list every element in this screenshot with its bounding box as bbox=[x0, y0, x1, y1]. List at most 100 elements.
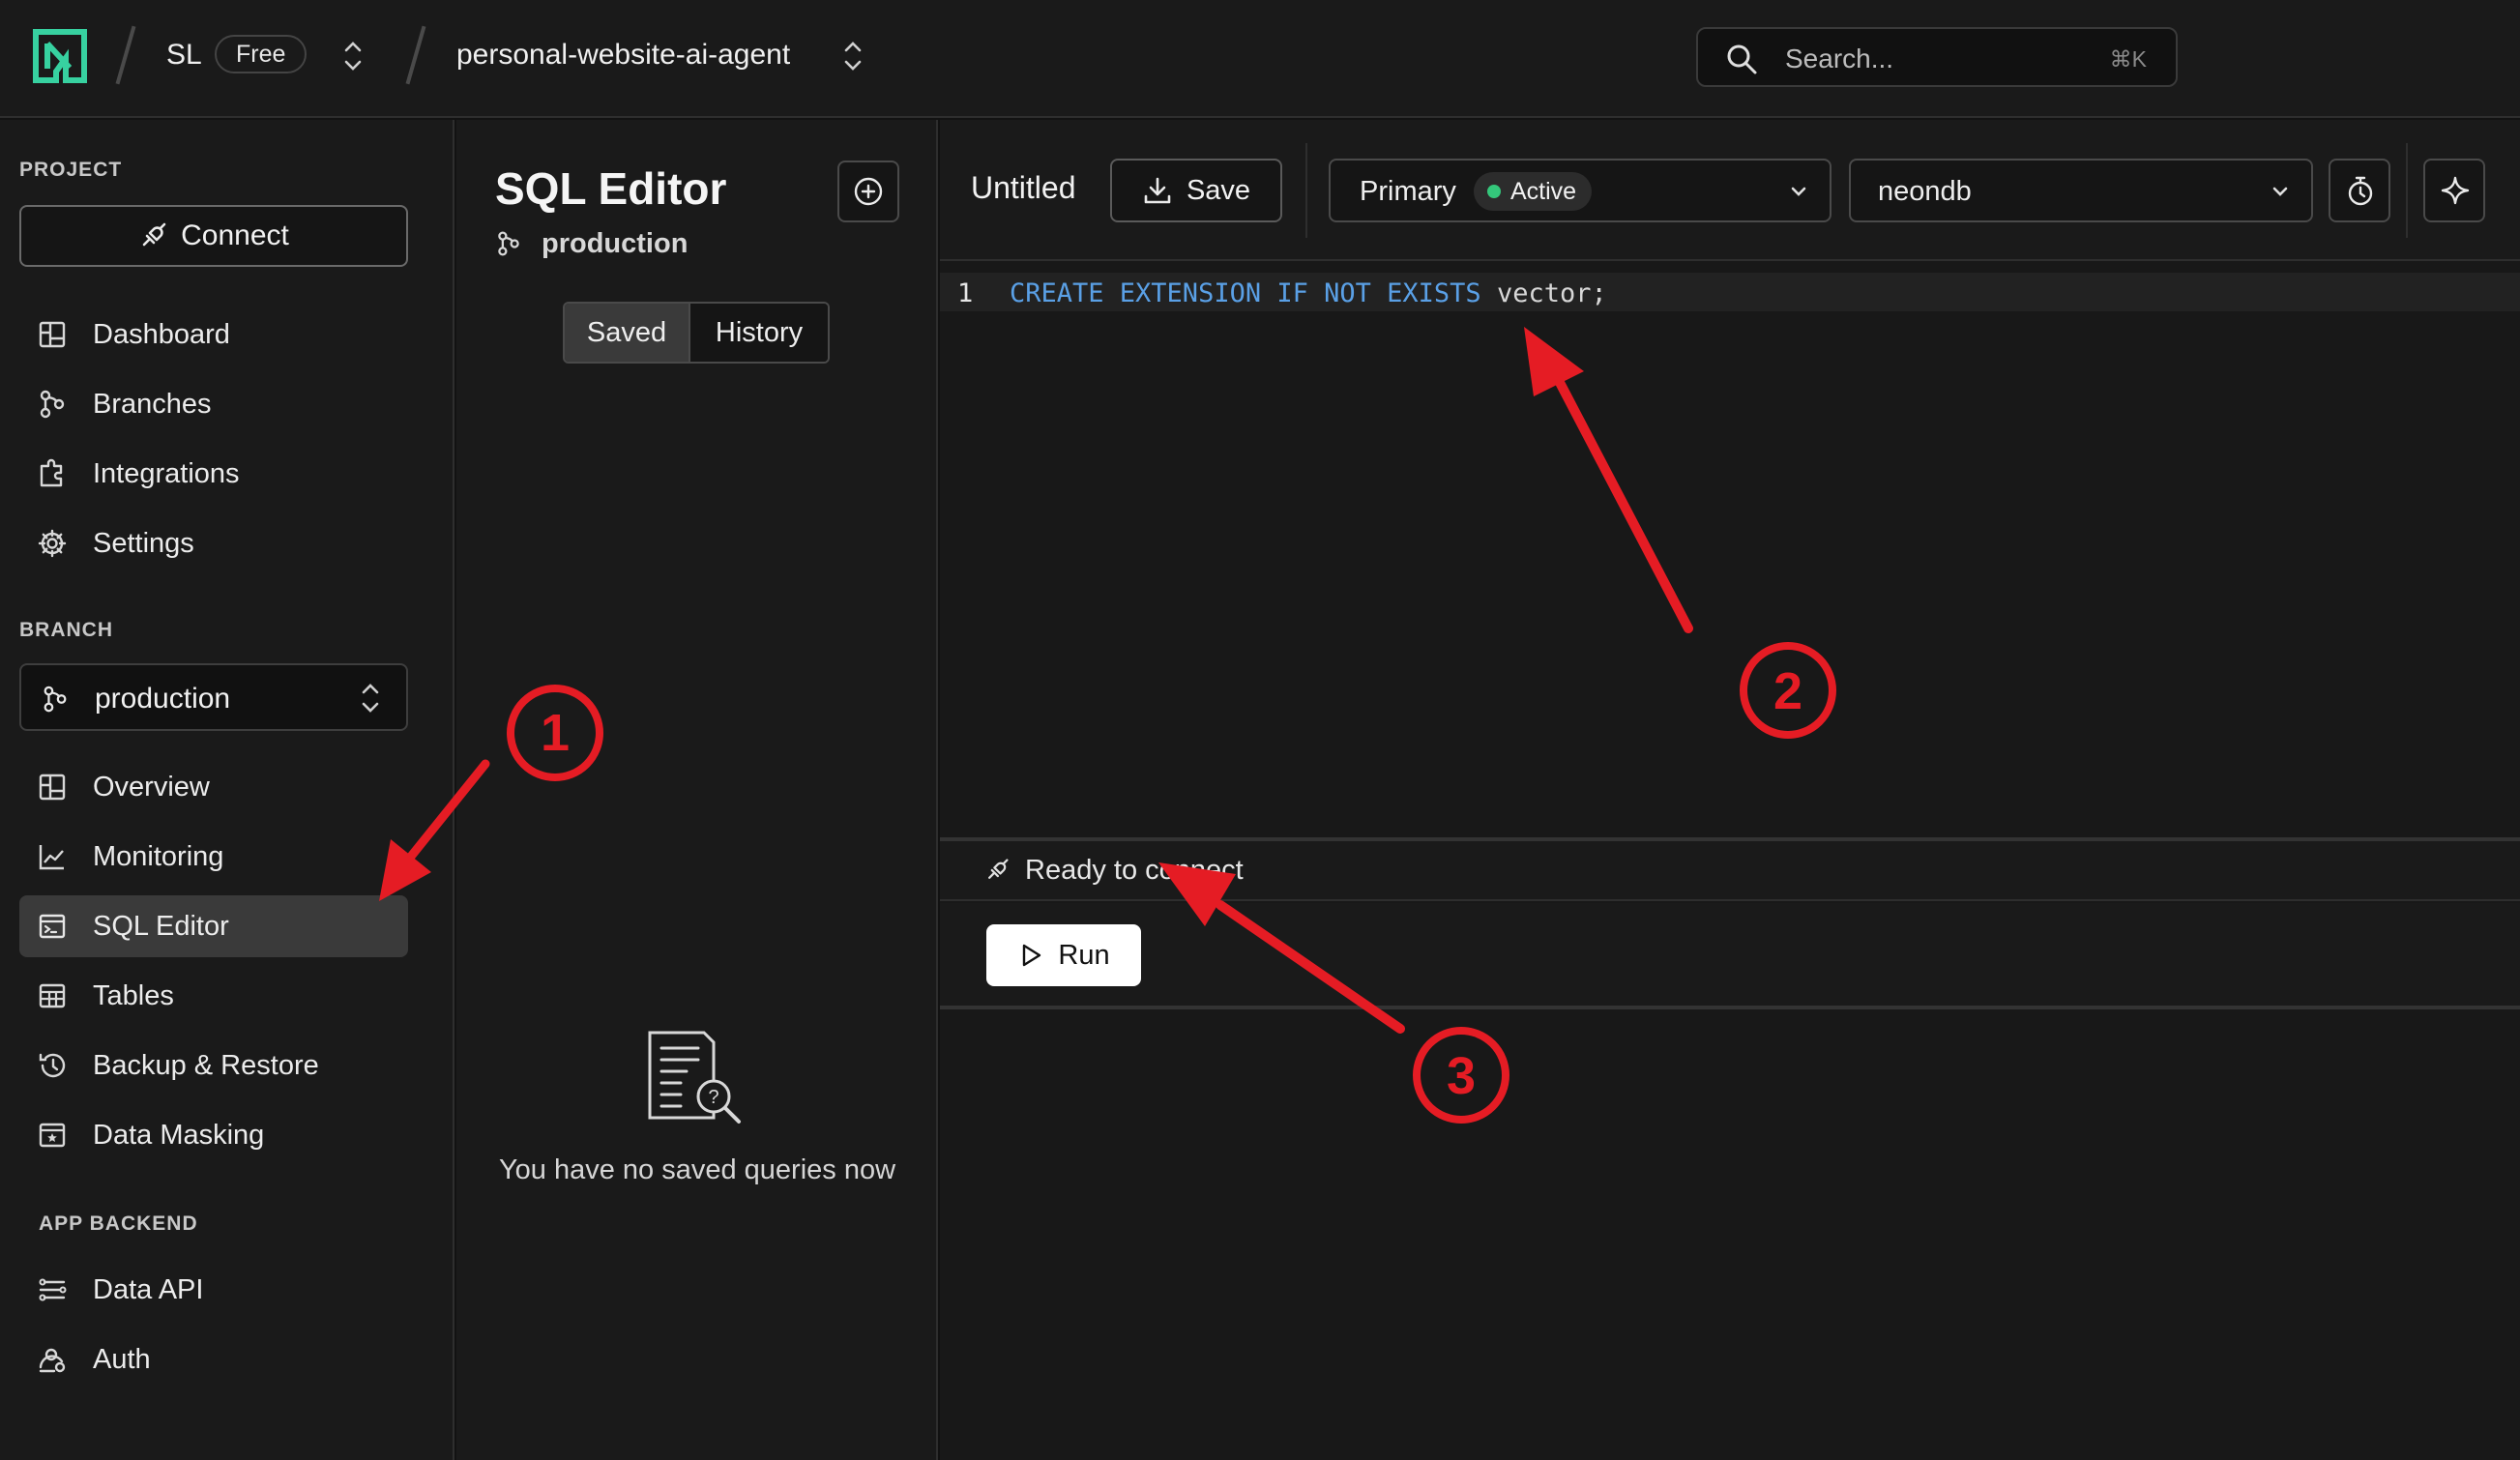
sql-keywords: CREATE EXTENSION IF NOT EXISTS bbox=[1010, 278, 1481, 308]
panel-title: SQL Editor bbox=[495, 163, 727, 214]
search-input[interactable]: Search... ⌘K bbox=[1696, 27, 2178, 87]
sidebar-item-label: Monitoring bbox=[93, 841, 224, 872]
org-name[interactable]: SL bbox=[166, 39, 202, 72]
plus-circle-icon bbox=[854, 177, 883, 206]
chevron-down-icon bbox=[2269, 180, 2292, 203]
tab-history[interactable]: History bbox=[690, 304, 828, 362]
status-badge: Active bbox=[1474, 172, 1593, 211]
sidebar-item-label: Auth bbox=[93, 1344, 151, 1375]
section-label-branch: BRANCH bbox=[19, 619, 113, 641]
search-placeholder: Search... bbox=[1785, 44, 1894, 73]
chevron-down-icon bbox=[1787, 180, 1810, 203]
breadcrumb-separator bbox=[115, 25, 136, 85]
sidebar-item-label: Settings bbox=[93, 528, 194, 559]
run-bar: Run bbox=[940, 903, 2520, 1009]
top-bar: SL Free personal-website-ai-agent Search… bbox=[0, 0, 2520, 118]
save-label: Save bbox=[1186, 174, 1251, 206]
run-label: Run bbox=[1058, 939, 1110, 971]
tables-icon bbox=[37, 980, 68, 1011]
monitoring-icon bbox=[37, 841, 68, 872]
chevron-up-down-icon bbox=[360, 679, 381, 717]
branches-icon bbox=[37, 389, 68, 420]
plug-icon bbox=[984, 858, 1010, 883]
download-icon bbox=[1144, 177, 1171, 204]
code-line: 1 CREATE EXTENSION IF NOT EXISTS vector; bbox=[940, 273, 2520, 311]
sql-editor-panel: SQL Editor production Saved History ? Yo… bbox=[456, 120, 938, 1460]
toolbar-divider bbox=[2406, 143, 2408, 238]
empty-state-message: You have no saved queries now bbox=[498, 1154, 896, 1185]
sidebar-item-settings[interactable]: Settings bbox=[19, 512, 408, 574]
sparkle-icon bbox=[2441, 176, 2470, 205]
org-switcher-chevron-icon[interactable] bbox=[342, 37, 364, 75]
integrations-icon bbox=[37, 458, 68, 489]
project-name[interactable]: personal-website-ai-agent bbox=[456, 39, 790, 72]
query-title[interactable]: Untitled bbox=[971, 170, 1076, 206]
play-icon bbox=[1023, 944, 1041, 967]
compute-selector[interactable]: Primary Active bbox=[1329, 159, 1831, 222]
branch-icon bbox=[495, 230, 522, 257]
svg-text:?: ? bbox=[708, 1087, 718, 1108]
compute-name: Primary bbox=[1360, 176, 1456, 207]
sidebar-item-sql-editor[interactable]: SQL Editor bbox=[19, 895, 408, 957]
sidebar-item-backup-restore[interactable]: Backup & Restore bbox=[19, 1035, 408, 1096]
breadcrumb-separator bbox=[405, 25, 426, 85]
saved-history-toggle: Saved History bbox=[563, 302, 830, 364]
project-switcher-chevron-icon[interactable] bbox=[842, 37, 864, 75]
search-icon bbox=[1725, 43, 1758, 75]
sidebar-item-label: Dashboard bbox=[93, 319, 230, 350]
results-area bbox=[940, 1011, 2520, 1460]
sidebar-item-integrations[interactable]: Integrations bbox=[19, 443, 408, 505]
connect-button[interactable]: Connect bbox=[19, 205, 408, 267]
sidebar-item-label: Data API bbox=[93, 1274, 204, 1305]
editor-area: Untitled Save Primary Active neondb 1 CR… bbox=[940, 120, 2520, 1460]
branch-icon bbox=[41, 685, 70, 714]
new-query-button[interactable] bbox=[837, 161, 899, 222]
connection-status-bar: Ready to connect bbox=[940, 841, 2520, 901]
sidebar-item-dashboard[interactable]: Dashboard bbox=[19, 304, 408, 365]
sidebar-item-data-api[interactable]: Data API bbox=[19, 1259, 408, 1321]
timer-button[interactable] bbox=[2329, 159, 2390, 222]
plug-icon bbox=[142, 222, 166, 247]
sidebar-item-label: Backup & Restore bbox=[93, 1050, 319, 1081]
line-number: 1 bbox=[957, 278, 974, 308]
sidebar-item-label: Overview bbox=[93, 772, 210, 803]
sql-identifier: vector; bbox=[1496, 278, 1607, 308]
connect-label: Connect bbox=[181, 219, 289, 251]
database-selector[interactable]: neondb bbox=[1849, 159, 2313, 222]
dashboard-icon bbox=[37, 319, 68, 350]
status-dot bbox=[1487, 185, 1501, 198]
connection-status-text: Ready to connect bbox=[1025, 855, 1244, 886]
sidebar-item-label: Tables bbox=[93, 980, 174, 1011]
sidebar-item-branches[interactable]: Branches bbox=[19, 373, 408, 435]
code-text: CREATE EXTENSION IF NOT EXISTS vector; bbox=[1010, 278, 1607, 308]
tab-saved[interactable]: Saved bbox=[565, 304, 690, 362]
editor-toolbar: Untitled Save Primary Active neondb bbox=[940, 120, 2520, 261]
sql-editor-icon bbox=[37, 911, 68, 942]
toolbar-divider bbox=[1305, 143, 1307, 238]
ai-assistant-button[interactable] bbox=[2423, 159, 2485, 222]
branch-selector-value: production bbox=[95, 683, 231, 715]
stopwatch-icon bbox=[2348, 176, 2373, 206]
save-button[interactable]: Save bbox=[1110, 159, 1282, 222]
auth-icon bbox=[37, 1344, 68, 1375]
sidebar: PROJECT Connect Dashboard Branches Integ… bbox=[0, 120, 454, 1460]
sidebar-item-monitoring[interactable]: Monitoring bbox=[19, 826, 408, 888]
sidebar-item-auth[interactable]: Auth bbox=[19, 1329, 408, 1390]
code-editor[interactable]: 1 CREATE EXTENSION IF NOT EXISTS vector; bbox=[940, 263, 2520, 837]
section-label-project: PROJECT bbox=[19, 159, 123, 181]
sidebar-item-tables[interactable]: Tables bbox=[19, 965, 408, 1027]
data-masking-icon bbox=[37, 1120, 68, 1151]
run-button[interactable]: Run bbox=[986, 924, 1141, 986]
neon-logo-icon[interactable] bbox=[33, 29, 87, 83]
plan-badge: Free bbox=[215, 35, 308, 73]
section-label-app-backend: APP BACKEND bbox=[39, 1212, 198, 1235]
sidebar-item-label: Data Masking bbox=[93, 1120, 265, 1151]
sidebar-item-overview[interactable]: Overview bbox=[19, 756, 408, 818]
gear-icon bbox=[37, 528, 68, 559]
sidebar-item-data-masking[interactable]: Data Masking bbox=[19, 1104, 408, 1166]
no-queries-icon: ? bbox=[642, 1029, 747, 1125]
branch-selector[interactable]: production bbox=[19, 663, 408, 731]
status-text: Active bbox=[1510, 177, 1577, 205]
data-api-icon bbox=[37, 1274, 68, 1305]
overview-icon bbox=[37, 772, 68, 803]
